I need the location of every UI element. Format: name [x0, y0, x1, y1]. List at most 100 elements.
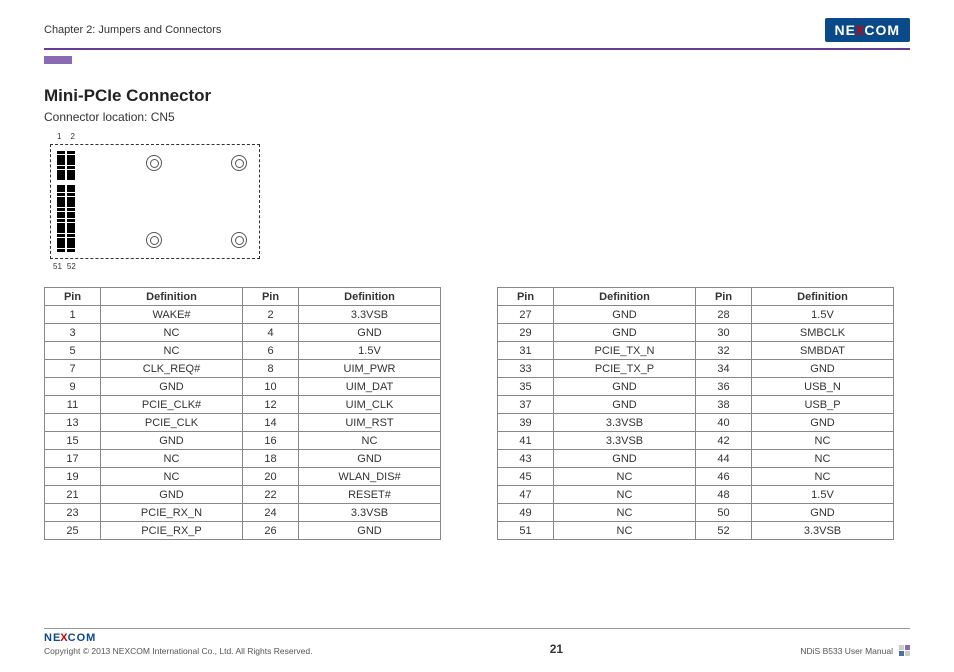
table-row: 43GND44NC	[498, 450, 894, 468]
definition-cell: NC	[554, 486, 696, 504]
page-number: 21	[550, 642, 563, 656]
pin-cell: 52	[696, 522, 752, 540]
table-header: Definition	[101, 288, 243, 306]
definition-cell: RESET#	[299, 486, 441, 504]
definition-cell: UIM_RST	[299, 414, 441, 432]
table-row: 11PCIE_CLK#12UIM_CLK	[45, 396, 441, 414]
chapter-title: Chapter 2: Jumpers and Connectors	[44, 24, 221, 36]
definition-cell: 1.5V	[299, 342, 441, 360]
pin-cell: 5	[45, 342, 101, 360]
pin-cell: 31	[498, 342, 554, 360]
pin-cell: 39	[498, 414, 554, 432]
definition-cell: GND	[299, 450, 441, 468]
pin-cell: 22	[243, 486, 299, 504]
definition-cell: PCIE_TX_N	[554, 342, 696, 360]
definition-cell: SMBCLK	[752, 324, 894, 342]
pin-cell: 32	[696, 342, 752, 360]
pin-cell: 12	[243, 396, 299, 414]
table-header: Definition	[299, 288, 441, 306]
definition-cell: GND	[752, 504, 894, 522]
definition-cell: 3.3VSB	[554, 414, 696, 432]
mount-hole-icon	[231, 155, 247, 171]
doc-name: NDiS B533 User Manual	[800, 646, 893, 656]
definition-cell: USB_N	[752, 378, 894, 396]
pin-table-2: PinDefinitionPinDefinition 27GND281.5V29…	[497, 287, 894, 540]
pin-cell: 46	[696, 468, 752, 486]
pin-cell: 42	[696, 432, 752, 450]
pin-cell: 21	[45, 486, 101, 504]
definition-cell: NC	[554, 504, 696, 522]
footer-right: NDiS B533 User Manual	[800, 645, 910, 656]
section-subtitle: Connector location: CN5	[44, 110, 910, 124]
definition-cell: NC	[752, 432, 894, 450]
definition-cell: SMBDAT	[752, 342, 894, 360]
definition-cell: UIM_CLK	[299, 396, 441, 414]
table-header: Pin	[45, 288, 101, 306]
pin-label: 51	[53, 262, 62, 271]
pin-cell: 9	[45, 378, 101, 396]
pin-cell: 26	[243, 522, 299, 540]
table-row: 413.3VSB42NC	[498, 432, 894, 450]
table-row: 35GND36USB_N	[498, 378, 894, 396]
table-row: 31PCIE_TX_N32SMBDAT	[498, 342, 894, 360]
definition-cell: NC	[554, 522, 696, 540]
pin-cell: 16	[243, 432, 299, 450]
footer-logo: NEXCOM	[44, 632, 312, 644]
table-row: 15GND16NC	[45, 432, 441, 450]
definition-cell: NC	[554, 468, 696, 486]
table-row: 45NC46NC	[498, 468, 894, 486]
definition-cell: NC	[101, 450, 243, 468]
pin-cell: 29	[498, 324, 554, 342]
pin-cell: 15	[45, 432, 101, 450]
definition-cell: 1.5V	[752, 486, 894, 504]
pin-table-1: PinDefinitionPinDefinition 1WAKE#23.3VSB…	[44, 287, 441, 540]
pin-label: 52	[67, 262, 76, 271]
pin-label-bottom: 51 52	[50, 262, 76, 271]
definition-cell: GND	[101, 486, 243, 504]
table-header: Pin	[243, 288, 299, 306]
table-row: 5NC61.5V	[45, 342, 441, 360]
table-row: 37GND38USB_P	[498, 396, 894, 414]
definition-cell: GND	[554, 450, 696, 468]
mount-hole-icon	[146, 155, 162, 171]
definition-cell: 3.3VSB	[299, 504, 441, 522]
pin-cell: 19	[45, 468, 101, 486]
definition-cell: PCIE_CLK	[101, 414, 243, 432]
brand-logo: NEXCOM	[825, 18, 910, 42]
table-header: Pin	[696, 288, 752, 306]
pin-cell: 1	[45, 306, 101, 324]
definition-cell: 3.3VSB	[554, 432, 696, 450]
footer-decoration-icon	[899, 645, 910, 656]
definition-cell: GND	[554, 396, 696, 414]
footer-left: NEXCOM Copyright © 2013 NEXCOM Internati…	[44, 632, 312, 656]
table-row: 29GND30SMBCLK	[498, 324, 894, 342]
definition-cell: UIM_PWR	[299, 360, 441, 378]
pin-cell: 7	[45, 360, 101, 378]
pin-cell: 23	[45, 504, 101, 522]
pin-cell: 36	[696, 378, 752, 396]
definition-cell: NC	[752, 468, 894, 486]
pin-cell: 51	[498, 522, 554, 540]
pin-label-top: 1 2	[50, 132, 75, 141]
definition-cell: PCIE_RX_N	[101, 504, 243, 522]
definition-cell: GND	[101, 432, 243, 450]
definition-cell: 3.3VSB	[752, 522, 894, 540]
definition-cell: 1.5V	[752, 306, 894, 324]
pin-cell: 49	[498, 504, 554, 522]
pin-strip	[57, 151, 75, 252]
definition-cell: GND	[752, 360, 894, 378]
table-row: 3NC4GND	[45, 324, 441, 342]
pin-cell: 34	[696, 360, 752, 378]
mount-hole-icon	[146, 232, 162, 248]
table-row: 1WAKE#23.3VSB	[45, 306, 441, 324]
definition-cell: PCIE_TX_P	[554, 360, 696, 378]
pin-label: 1	[57, 132, 61, 141]
copyright-text: Copyright © 2013 NEXCOM International Co…	[44, 646, 312, 656]
table-row: 33PCIE_TX_P34GND	[498, 360, 894, 378]
definition-cell: PCIE_RX_P	[101, 522, 243, 540]
pin-cell: 38	[696, 396, 752, 414]
table-row: 7CLK_REQ#8UIM_PWR	[45, 360, 441, 378]
pin-cell: 4	[243, 324, 299, 342]
pin-cell: 25	[45, 522, 101, 540]
definition-cell: UIM_DAT	[299, 378, 441, 396]
